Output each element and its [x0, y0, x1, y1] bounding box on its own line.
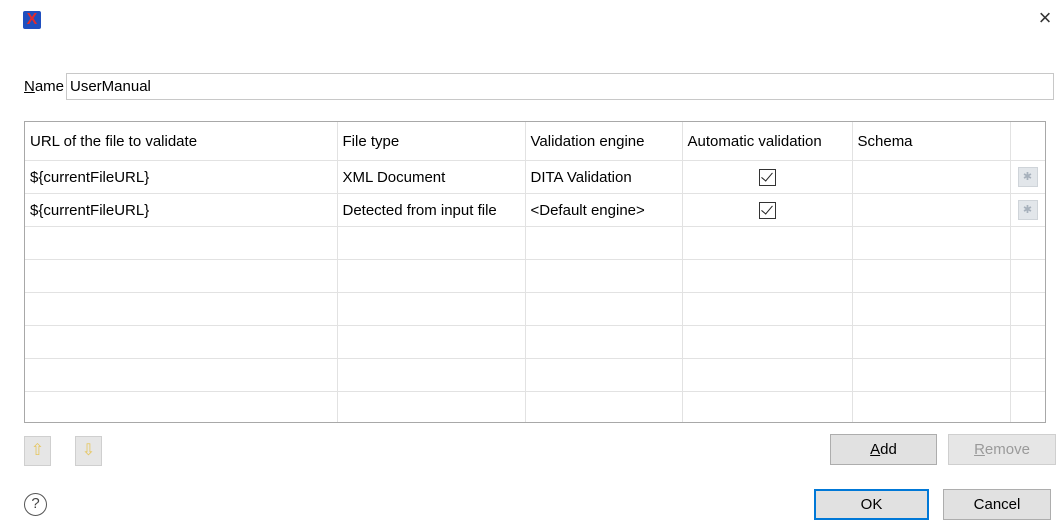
- schema-cell[interactable]: [852, 160, 1011, 194]
- empty-cell[interactable]: [337, 325, 526, 359]
- empty-cell[interactable]: [337, 391, 526, 422]
- arrow-down-icon: ⇩: [81, 442, 96, 459]
- column-header-actions: [1010, 122, 1045, 161]
- empty-cell[interactable]: [1010, 325, 1045, 359]
- table-row[interactable]: [25, 226, 1045, 260]
- empty-cell[interactable]: [1010, 259, 1045, 293]
- empty-cell[interactable]: [852, 358, 1011, 392]
- column-header-schema[interactable]: Schema: [852, 122, 1011, 161]
- help-icon[interactable]: ?: [24, 493, 47, 516]
- url-cell[interactable]: ${currentFileURL}: [25, 160, 338, 194]
- empty-cell[interactable]: [25, 226, 338, 260]
- ok-button[interactable]: OK: [814, 489, 929, 520]
- empty-cell[interactable]: [525, 226, 683, 260]
- table-row[interactable]: [25, 358, 1045, 392]
- empty-cell[interactable]: [1010, 358, 1045, 392]
- empty-cell[interactable]: [852, 292, 1011, 326]
- empty-cell[interactable]: [25, 292, 338, 326]
- empty-cell[interactable]: [682, 391, 853, 422]
- validation-scenario-dialog: X × Name URL of the file to validate Fil…: [0, 0, 1059, 528]
- column-header-validation-engine[interactable]: Validation engine: [525, 122, 683, 161]
- automatic-validation-checkbox[interactable]: [758, 201, 776, 219]
- url-cell[interactable]: ${currentFileURL}: [25, 193, 338, 227]
- empty-cell[interactable]: [525, 292, 683, 326]
- move-up-button[interactable]: ⇧: [24, 436, 51, 466]
- empty-cell[interactable]: [337, 292, 526, 326]
- empty-cell[interactable]: [682, 259, 853, 293]
- schema-cell[interactable]: [852, 193, 1011, 227]
- empty-cell[interactable]: [1010, 292, 1045, 326]
- empty-cell[interactable]: [852, 226, 1011, 260]
- add-button[interactable]: Add: [830, 434, 937, 465]
- empty-cell[interactable]: [337, 226, 526, 260]
- table-row[interactable]: [25, 325, 1045, 359]
- remove-button[interactable]: Remove: [948, 434, 1056, 465]
- empty-cell[interactable]: [525, 325, 683, 359]
- validation-units-table: URL of the file to validate File type Va…: [24, 121, 1046, 423]
- row-settings-icon[interactable]: ✱: [1017, 200, 1038, 220]
- file-type-cell[interactable]: XML Document: [337, 160, 526, 194]
- validation-engine-cell[interactable]: <Default engine>: [525, 193, 683, 227]
- actions-cell: ✱: [1010, 193, 1045, 227]
- arrow-up-icon: ⇧: [30, 442, 45, 459]
- automatic-validation-cell: [682, 160, 853, 194]
- empty-cell[interactable]: [852, 391, 1011, 422]
- table-row[interactable]: [25, 292, 1045, 326]
- table-row[interactable]: [25, 259, 1045, 293]
- table-row[interactable]: ${currentFileURL} XML Document DITA Vali…: [25, 160, 1045, 194]
- empty-cell[interactable]: [682, 292, 853, 326]
- automatic-validation-cell: [682, 193, 853, 227]
- empty-cell[interactable]: [525, 358, 683, 392]
- name-field[interactable]: [66, 73, 1054, 100]
- column-header-automatic-validation[interactable]: Automatic validation: [682, 122, 853, 161]
- automatic-validation-checkbox[interactable]: [758, 168, 776, 186]
- name-label: Name: [24, 78, 65, 95]
- cancel-button[interactable]: Cancel: [943, 489, 1051, 520]
- empty-cell[interactable]: [1010, 391, 1045, 422]
- table-header-row: URL of the file to validate File type Va…: [25, 122, 1045, 161]
- empty-cell[interactable]: [525, 391, 683, 422]
- empty-cell[interactable]: [337, 358, 526, 392]
- empty-cell[interactable]: [25, 358, 338, 392]
- close-button[interactable]: ×: [1033, 6, 1057, 30]
- empty-cell[interactable]: [25, 325, 338, 359]
- empty-cell[interactable]: [682, 358, 853, 392]
- empty-cell[interactable]: [1010, 226, 1045, 260]
- empty-cell[interactable]: [25, 391, 338, 422]
- empty-cell[interactable]: [852, 259, 1011, 293]
- app-logo-icon: X: [23, 11, 41, 29]
- empty-cell[interactable]: [25, 259, 338, 293]
- empty-cell[interactable]: [682, 226, 853, 260]
- move-down-button[interactable]: ⇩: [75, 436, 102, 466]
- empty-cell[interactable]: [852, 325, 1011, 359]
- row-settings-icon[interactable]: ✱: [1017, 167, 1038, 187]
- table-row[interactable]: [25, 391, 1045, 422]
- column-header-file-type[interactable]: File type: [337, 122, 526, 161]
- empty-cell[interactable]: [525, 259, 683, 293]
- actions-cell: ✱: [1010, 160, 1045, 194]
- column-header-url[interactable]: URL of the file to validate: [25, 122, 338, 161]
- table-row[interactable]: ${currentFileURL} Detected from input fi…: [25, 193, 1045, 227]
- validation-engine-cell[interactable]: DITA Validation: [525, 160, 683, 194]
- empty-cell[interactable]: [682, 325, 853, 359]
- file-type-cell[interactable]: Detected from input file: [337, 193, 526, 227]
- empty-cell[interactable]: [337, 259, 526, 293]
